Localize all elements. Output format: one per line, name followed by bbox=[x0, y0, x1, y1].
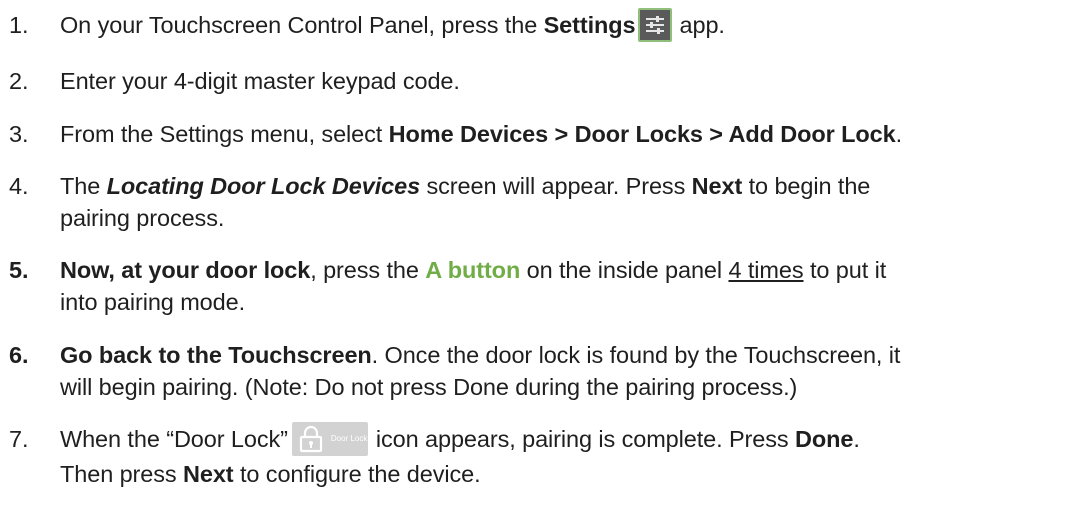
step-text: Go back to the Touchscreen. Once the doo… bbox=[60, 339, 1085, 403]
text-run: The bbox=[60, 173, 107, 199]
text-run: to begin the bbox=[742, 173, 871, 199]
text-run: screen will appear. Press bbox=[420, 173, 692, 199]
a-button-label: A button bbox=[425, 257, 521, 283]
step-text: On your Touchscreen Control Panel, press… bbox=[60, 7, 1085, 44]
step-line: When the “Door Lock” Door Lock icon appea… bbox=[60, 421, 1085, 458]
door-lock-icon-label: Door Lock bbox=[330, 433, 368, 443]
step-text: From the Settings menu, select Home Devi… bbox=[60, 118, 1085, 150]
padlock-icon: Door Lock bbox=[291, 421, 368, 456]
step-number: 3. bbox=[9, 121, 29, 147]
step-line: Now, at your door lock, press the A butt… bbox=[60, 254, 1085, 286]
step-text: When the “Door Lock” Door Lock icon appea… bbox=[60, 421, 1085, 490]
step-number: 1. bbox=[9, 12, 29, 38]
text-run: on the inside panel bbox=[520, 257, 729, 283]
sliders-settings-icon bbox=[637, 7, 672, 42]
settings-app-label: Settings bbox=[543, 12, 636, 38]
emphasis-text: Go back to the Touchscreen bbox=[60, 342, 372, 368]
step-line: Go back to the Touchscreen. Once the doo… bbox=[60, 339, 1085, 371]
next-label: Next bbox=[691, 173, 743, 199]
next-label: Next bbox=[183, 460, 234, 487]
step-number: 6. bbox=[9, 342, 29, 368]
text-run: . Once the door lock is found by the Tou… bbox=[371, 342, 901, 368]
menu-path: Home Devices > Door Locks > Add Door Loc… bbox=[388, 121, 896, 147]
screen-name: Locating Door Lock Devices bbox=[106, 173, 421, 199]
step-number: 7. bbox=[9, 426, 29, 452]
text-run: to configure the device. bbox=[233, 460, 481, 487]
press-count: 4 times bbox=[728, 257, 804, 283]
step-line: will begin pairing. (Note: Do not press … bbox=[60, 374, 798, 400]
emphasis-text: Now, at your door lock bbox=[60, 257, 311, 283]
text-run: . bbox=[895, 121, 903, 147]
step-number: 5. bbox=[9, 257, 29, 283]
step-text: The Locating Door Lock Devices screen wi… bbox=[60, 170, 1085, 234]
step-line: pairing process. bbox=[60, 205, 225, 231]
instruction-page: 1. On your Touchscreen Control Panel, pr… bbox=[0, 0, 1091, 520]
text-run: From the Settings menu, select bbox=[60, 121, 389, 147]
step-line: The Locating Door Lock Devices screen wi… bbox=[60, 170, 1085, 202]
step-number: 2. bbox=[9, 68, 29, 94]
text-run: Then press bbox=[60, 460, 183, 487]
step-line: Enter your 4-digit master keypad code. bbox=[60, 68, 460, 94]
step-text: Now, at your door lock, press the A butt… bbox=[60, 254, 1085, 318]
step-line: into pairing mode. bbox=[60, 289, 246, 315]
text-run: , press the bbox=[310, 257, 426, 283]
step-number: 4. bbox=[9, 173, 29, 199]
step-line: On your Touchscreen Control Panel, press… bbox=[60, 7, 1085, 44]
done-label: Done bbox=[794, 426, 854, 452]
step-text: Enter your 4-digit master keypad code. bbox=[60, 65, 1085, 97]
text-run: app. bbox=[679, 12, 725, 38]
step-line: Then press Next to configure the device. bbox=[60, 458, 1085, 490]
text-run: . bbox=[853, 426, 860, 452]
text-run: to put it bbox=[803, 257, 887, 283]
text-run: icon appears, pairing is complete. Press bbox=[375, 426, 795, 452]
text-run: On your Touchscreen Control Panel, press… bbox=[60, 12, 544, 38]
step-line: From the Settings menu, select Home Devi… bbox=[60, 118, 1085, 150]
text-run: When the “Door Lock” bbox=[60, 426, 288, 452]
